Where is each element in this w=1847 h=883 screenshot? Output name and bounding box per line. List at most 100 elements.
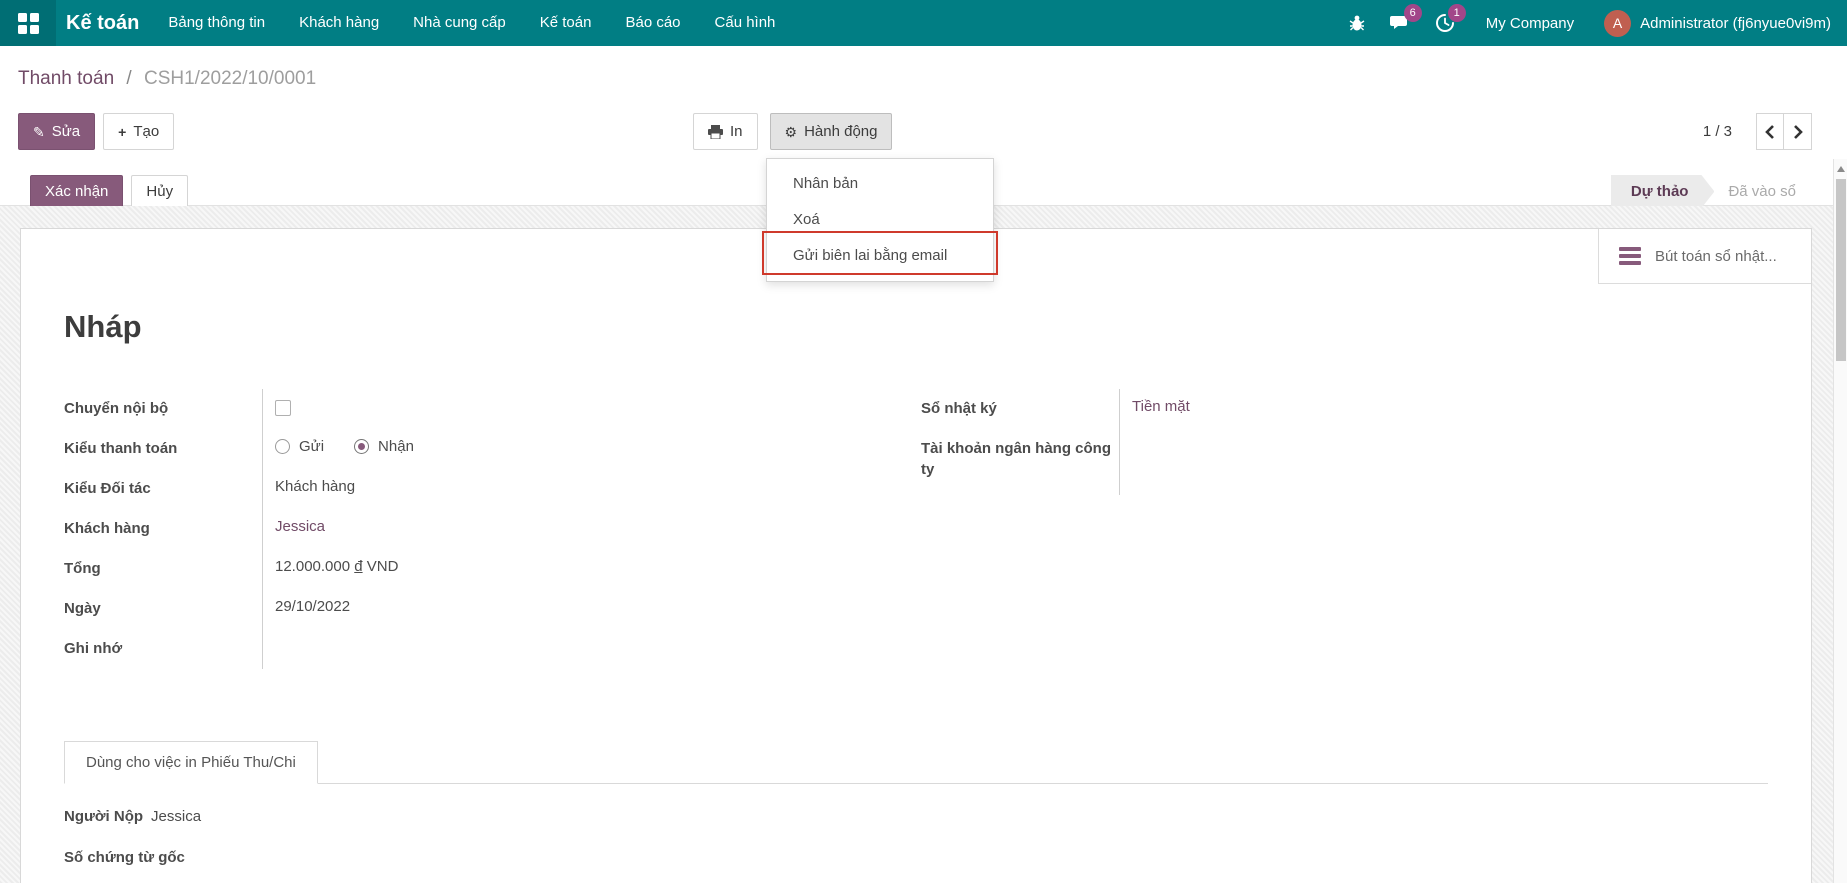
menu-item-duplicate[interactable]: Nhân bản — [767, 166, 993, 202]
internal-transfer-checkbox[interactable] — [275, 400, 291, 416]
nav-item-dashboard[interactable]: Bảng thông tin — [151, 0, 282, 46]
chevron-left-icon — [1765, 125, 1775, 139]
field-journal: Sổ nhật ký Tiền mặt — [921, 389, 1768, 429]
company-switcher[interactable]: My Company — [1472, 15, 1588, 32]
company-bank-account-value — [1119, 429, 1768, 495]
messages-badge: 6 — [1404, 4, 1422, 22]
currency-code: VND — [367, 558, 399, 575]
pager-next-button[interactable] — [1784, 113, 1812, 150]
tab-receipt-printing[interactable]: Dùng cho việc in Phiếu Thu/Chi — [64, 741, 318, 784]
status-draft[interactable]: Dự thảo — [1611, 175, 1715, 208]
vertical-scrollbar[interactable] — [1833, 159, 1847, 883]
tab-content: Người Nộp Jessica Số chứng từ gốc — [64, 784, 1768, 866]
field-amount: Tổng 12.000.000 đ VND — [64, 549, 921, 589]
payer-value: Jessica — [151, 808, 201, 825]
control-panel-buttons-row: ✎ Sửa + Tạo In ⚙ — [18, 113, 1812, 150]
user-menu[interactable]: A Administrator (fj6nyue0vi9m) — [1598, 10, 1831, 37]
apps-grid-icon — [18, 13, 39, 34]
avatar: A — [1604, 10, 1631, 37]
app-brand[interactable]: Kế toán — [56, 12, 151, 35]
field-payer: Người Nộp Jessica — [64, 808, 1768, 825]
breadcrumb: Thanh toán / CSH1/2022/10/0001 — [18, 68, 316, 90]
top-navbar: Kế toán Bảng thông tin Khách hàng Nhà cu… — [0, 0, 1847, 46]
field-payment-type: Kiểu thanh toán Gửi Nhận — [64, 429, 921, 469]
payment-type-send-option[interactable]: Gửi — [275, 438, 324, 455]
cancel-button[interactable]: Hủy — [131, 175, 188, 208]
nav-item-configuration[interactable]: Cấu hình — [698, 0, 793, 46]
journal-entry-icon — [1619, 247, 1641, 265]
amount-label: Tổng — [64, 549, 262, 589]
nav-item-reporting[interactable]: Báo cáo — [608, 0, 697, 46]
form-sheet: Bút toán sổ nhật... Nháp Chuyển nội bộ K… — [20, 228, 1812, 883]
breadcrumb-separator: / — [119, 68, 138, 89]
debug-button[interactable] — [1340, 0, 1374, 46]
action-dropdown-menu: Nhân bản Xoá Gửi biên lai bằng email — [766, 158, 994, 282]
chevron-right-icon — [1793, 125, 1803, 139]
pager-counter: 1 / 3 — [1703, 123, 1732, 140]
menu-item-send-receipt-by-email[interactable]: Gửi biên lai bằng email — [767, 238, 993, 274]
partner-type-label: Kiểu Đối tác — [64, 469, 262, 509]
journal-label: Sổ nhật ký — [921, 389, 1119, 429]
form-view-background: Bút toán sổ nhật... Nháp Chuyển nội bộ K… — [0, 206, 1847, 883]
customer-label: Khách hàng — [64, 509, 262, 549]
pager-previous-button[interactable] — [1756, 113, 1784, 150]
memo-value — [262, 629, 921, 669]
print-button[interactable]: In — [693, 113, 758, 150]
field-customer: Khách hàng Jessica — [64, 509, 921, 549]
field-partner-type: Kiểu Đối tác Khách hàng — [64, 469, 921, 509]
journal-entry-label: Bút toán sổ nhật... — [1655, 248, 1777, 265]
customer-link[interactable]: Jessica — [275, 518, 325, 535]
nav-item-accounting[interactable]: Kế toán — [523, 0, 609, 46]
company-bank-account-label: Tài khoản ngân hàng công ty — [921, 429, 1119, 495]
field-company-bank-account: Tài khoản ngân hàng công ty — [921, 429, 1768, 495]
status-pipeline: Dự thảo Đã vào sổ — [1611, 175, 1812, 208]
menu-item-delete[interactable]: Xoá — [767, 202, 993, 238]
activities-button[interactable]: 1 — [1428, 0, 1462, 46]
field-groups: Chuyển nội bộ Kiểu thanh toán Gửi — [64, 389, 1768, 669]
journal-link[interactable]: Tiền mặt — [1132, 398, 1190, 415]
breadcrumb-current: CSH1/2022/10/0001 — [144, 68, 316, 89]
apps-menu-button[interactable] — [0, 0, 56, 46]
nav-item-vendors[interactable]: Nhà cung cấp — [396, 0, 523, 46]
left-field-group: Chuyển nội bộ Kiểu thanh toán Gửi — [64, 389, 921, 669]
payment-type-label: Kiểu thanh toán — [64, 429, 262, 469]
edit-button[interactable]: ✎ Sửa — [18, 113, 95, 150]
notebook-tabs: Dùng cho việc in Phiếu Thu/Chi — [64, 741, 1768, 784]
navbar-systray: 6 1 My Company A Administrator (fj6nyue0… — [1340, 0, 1847, 46]
date-value: 29/10/2022 — [262, 589, 921, 629]
print-icon — [708, 125, 723, 139]
record-state-title: Nháp — [64, 309, 142, 345]
payment-type-receive-option[interactable]: Nhận — [354, 438, 414, 455]
gear-icon: ⚙ — [785, 125, 798, 139]
radio-checked-icon — [354, 439, 369, 454]
action-button[interactable]: ⚙ Hành động — [770, 113, 893, 150]
payer-label: Người Nộp — [64, 808, 143, 825]
date-label: Ngày — [64, 589, 262, 629]
internal-transfer-label: Chuyển nội bộ — [64, 389, 262, 429]
source-document-label: Số chứng từ gốc — [64, 849, 185, 866]
edit-icon: ✎ — [33, 125, 45, 139]
amount-value: 12.000.000 đ VND — [262, 549, 921, 589]
field-internal-transfer: Chuyển nội bộ — [64, 389, 921, 429]
scrollbar-thumb[interactable] — [1836, 179, 1846, 361]
currency-symbol: đ — [354, 558, 362, 575]
main-menu: Bảng thông tin Khách hàng Nhà cung cấp K… — [151, 0, 792, 46]
right-field-group: Sổ nhật ký Tiền mặt Tài khoản ngân hàng … — [921, 389, 1768, 669]
field-source-document: Số chứng từ gốc — [64, 849, 1768, 866]
notebook: Dùng cho việc in Phiếu Thu/Chi Người Nộp… — [64, 741, 1768, 866]
user-name: Administrator (fj6nyue0vi9m) — [1640, 15, 1831, 32]
odoo-accounting-app: Kế toán Bảng thông tin Khách hàng Nhà cu… — [0, 0, 1847, 883]
status-posted[interactable]: Đã vào sổ — [1714, 175, 1812, 208]
scroll-up-icon[interactable] — [1837, 166, 1845, 172]
partner-type-value: Khách hàng — [262, 469, 921, 509]
messages-button[interactable]: 6 — [1384, 0, 1418, 46]
breadcrumb-parent-link[interactable]: Thanh toán — [18, 68, 114, 89]
activities-badge: 1 — [1448, 4, 1466, 22]
confirm-button[interactable]: Xác nhận — [30, 175, 123, 208]
create-button[interactable]: + Tạo — [103, 113, 174, 150]
create-icon: + — [118, 125, 126, 139]
field-memo: Ghi nhớ — [64, 629, 921, 669]
journal-entry-stat-button[interactable]: Bút toán sổ nhật... — [1598, 229, 1811, 284]
bug-icon — [1348, 14, 1366, 32]
nav-item-customers[interactable]: Khách hàng — [282, 0, 396, 46]
